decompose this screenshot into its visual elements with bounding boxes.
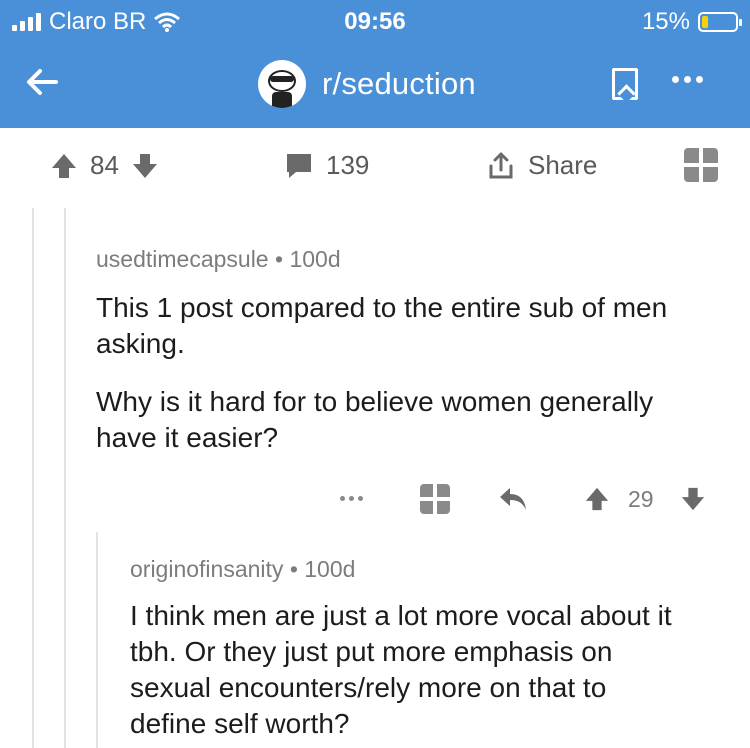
comment-age: 100d — [289, 246, 341, 272]
upvote-icon[interactable] — [584, 486, 610, 512]
subreddit-name[interactable]: r/seduction — [322, 66, 476, 102]
comment-author[interactable]: usedtimecapsule — [96, 246, 269, 272]
vote-group: 84 — [50, 150, 159, 181]
top-bar: Claro BR 09:56 15% r/seduction — [0, 0, 750, 128]
comment-meta: usedtimecapsule • 100d — [96, 246, 341, 272]
more-icon[interactable] — [340, 496, 363, 501]
comment-actions: 29 — [340, 480, 720, 520]
status-time: 09:56 — [344, 8, 406, 35]
back-arrow-icon[interactable] — [22, 62, 62, 102]
post-action-bar: 84 139 Share — [0, 128, 750, 208]
gift-icon[interactable] — [420, 484, 450, 514]
battery-percent: 15% — [641, 8, 690, 35]
upvote-icon[interactable] — [50, 152, 78, 180]
comment-body: I think men are just a lot more vocal ab… — [130, 598, 690, 748]
downvote-icon[interactable] — [680, 486, 706, 512]
gift-icon[interactable] — [684, 148, 718, 182]
share-button[interactable]: Share — [486, 150, 597, 181]
comment-body: This 1 post compared to the entire sub o… — [96, 290, 716, 478]
status-bar: Claro BR 09:56 15% — [0, 0, 750, 44]
comment-paragraph: Why is it hard for to believe women gene… — [96, 386, 654, 453]
post-vote-count: 84 — [90, 150, 119, 180]
comments-button[interactable]: 139 — [284, 150, 369, 181]
reply-icon[interactable] — [498, 486, 528, 512]
comment-author[interactable]: originofinsanity — [130, 556, 283, 582]
share-label: Share — [528, 150, 598, 180]
comment-count: 139 — [326, 150, 370, 180]
nav-bar: r/seduction — [0, 44, 750, 128]
comment-paragraph: This 1 post compared to the entire sub o… — [96, 292, 668, 359]
thread-line — [96, 532, 98, 748]
comment-icon — [287, 153, 311, 178]
subreddit-header[interactable]: r/seduction — [258, 60, 476, 108]
share-icon — [489, 152, 513, 178]
comment-age: 100d — [304, 556, 356, 582]
thread-line — [32, 208, 34, 748]
bookmark-icon[interactable] — [612, 68, 638, 100]
subreddit-avatar — [258, 60, 306, 108]
thread-line — [64, 208, 66, 748]
battery-icon — [698, 12, 742, 32]
downvote-icon[interactable] — [131, 152, 159, 180]
comment-meta: originofinsanity • 100d — [130, 556, 356, 582]
comment-paragraph: I think men are just a lot more vocal ab… — [130, 600, 672, 739]
more-icon[interactable] — [672, 76, 703, 83]
comment-vote-count: 29 — [628, 486, 654, 512]
